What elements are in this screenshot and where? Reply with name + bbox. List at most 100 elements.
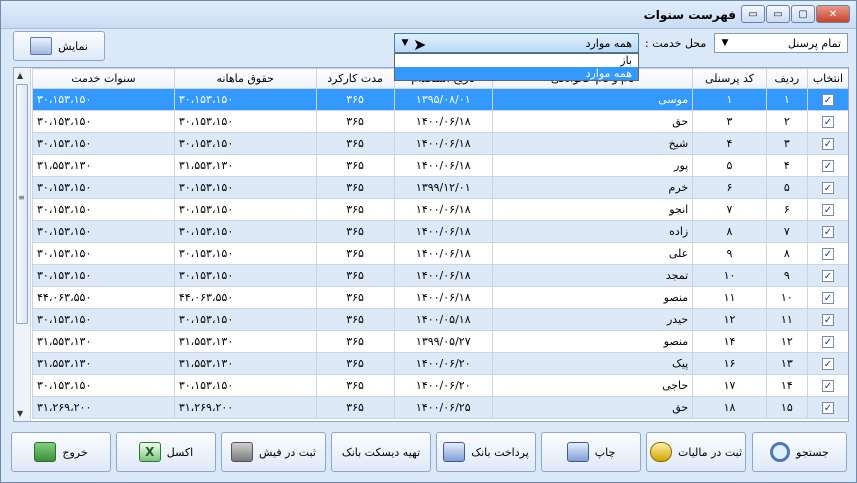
table-row[interactable]: ✓ ۶ ۷ انجو ۱۴۰۰/۰۶/۱۸ ۳۶۵ ۳۰،۱۵۳،۱۵۰ ۳۰،۱۵۳،۱۵۰ <box>32 198 848 221</box>
cell-date: ۱۴۰۰/۰۶/۱۸ <box>393 110 494 133</box>
scroll-down-icon[interactable]: ▼ <box>17 409 23 418</box>
cell-severance: ۳۱،۲۶۹،۲۰۰ <box>32 396 175 419</box>
cell-code: ۱۶ <box>692 352 767 375</box>
select-cell[interactable]: ✓ <box>806 176 848 199</box>
column-header[interactable]: انتخاب <box>806 68 848 89</box>
select-cell[interactable]: ✓ <box>806 88 848 111</box>
title-bar: فهرست سنوات ✕ ▢ ▭ ▭ <box>1 1 856 29</box>
staff-filter-value: تمام پرسنل <box>787 36 841 50</box>
column-header[interactable]: کد پرسنلی <box>692 68 767 89</box>
table-row[interactable]: ✓ ۷ ۸ زاده ۱۴۰۰/۰۶/۱۸ ۳۶۵ ۳۰،۱۵۳،۱۵۰ ۳۰،۱۵۳،۱۵۰ <box>32 220 848 243</box>
select-cell[interactable]: ✓ <box>806 132 848 155</box>
table-row[interactable]: ✓ ۸ ۹ علی ۱۴۰۰/۰۶/۱۸ ۳۶۵ ۳۰،۱۵۳،۱۵۰ ۳۰،۱۵۳،۱۵۰ <box>32 242 848 265</box>
cell-name: پیک <box>491 352 694 375</box>
close-button[interactable]: ✕ <box>816 5 850 23</box>
table-row[interactable]: ✓ ۲ ۳ حق ۱۴۰۰/۰۶/۱۸ ۳۶۵ ۳۰،۱۵۳،۱۵۰ ۳۰،۱۵۳،۱۵۰ <box>32 110 848 133</box>
table-row[interactable]: ✓ ۱۴ ۱۷ حاجی ۱۴۰۰/۰۶/۲۰ ۳۶۵ ۳۰،۱۵۳،۱۵۰ ۳۰،۱۵۳،۱… <box>32 374 848 397</box>
table-row[interactable]: ✓ ۱۰ ۱۱ منصو ۱۴۰۰/۰۶/۱۸ ۳۶۵ ۴۴،۰۶۳،۵۵۰ ۴۴،۰۶۳،۵… <box>32 286 848 309</box>
cell-row: ۷ <box>765 220 808 243</box>
column-header[interactable]: ردیف <box>765 68 808 89</box>
row-checkbox[interactable]: ✓ <box>821 336 834 348</box>
select-cell[interactable]: ✓ <box>806 308 848 331</box>
column-header[interactable]: سنوات خدمت <box>32 68 175 89</box>
select-cell[interactable]: ✓ <box>806 242 848 265</box>
bank-payment-button[interactable]: پرداخت بانک <box>436 432 536 472</box>
wallet-icon <box>231 442 253 462</box>
cell-code: ۱۴ <box>692 330 767 353</box>
row-checkbox[interactable]: ✓ <box>821 380 834 392</box>
show-button[interactable]: نمایش <box>13 31 105 61</box>
row-checkbox[interactable]: ✓ <box>821 358 834 370</box>
select-cell[interactable]: ✓ <box>806 286 848 309</box>
select-cell[interactable]: ✓ <box>806 264 848 287</box>
select-cell[interactable]: ✓ <box>806 374 848 397</box>
maximize-icon: ▢ <box>798 8 808 20</box>
restore-button[interactable]: ▭ <box>741 5 765 23</box>
cell-severance: ۳۱،۵۵۳،۱۳۰ <box>32 154 175 177</box>
cell-severance: ۳۰،۱۵۳،۱۵۰ <box>32 110 175 133</box>
row-checkbox[interactable]: ✓ <box>821 292 834 304</box>
table-row[interactable]: ✓ ۹ ۱۰ تمجد ۱۴۰۰/۰۶/۱۸ ۳۶۵ ۳۰،۱۵۳،۱۵۰ ۳۰،۱۵۳،۱۵… <box>32 264 848 287</box>
cell-days: ۳۶۵ <box>315 330 395 353</box>
cell-salary: ۳۰،۱۵۳،۱۵۰ <box>173 176 317 199</box>
select-cell[interactable]: ✓ <box>806 396 848 419</box>
cell-days: ۳۶۵ <box>315 176 395 199</box>
close-icon: ✕ <box>828 8 838 20</box>
row-checkbox[interactable]: ✓ <box>821 204 834 216</box>
row-checkbox[interactable]: ✓ <box>821 94 834 106</box>
cell-row: ۱۴ <box>765 374 808 397</box>
bank-disk-button[interactable]: تهیه دیسکت بانک <box>331 432 431 472</box>
select-cell[interactable]: ✓ <box>806 352 848 375</box>
cell-date: ۱۴۰۰/۰۶/۱۸ <box>393 242 494 265</box>
select-cell[interactable]: ✓ <box>806 330 848 353</box>
table-row[interactable]: ✓ ۱ ۱ موسی ۱۳۹۵/۰۸/۰۱ ۳۶۵ ۳۰،۱۵۳،۱۵۰ ۳۰،۱۵۳،۱۵۰ <box>32 88 848 111</box>
table-row[interactable]: ✓ ۵ ۶ خرم ۱۳۹۹/۱۲/۰۱ ۳۶۵ ۳۰،۱۵۳،۱۵۰ ۳۰،۱۵۳،۱۵۰ <box>32 176 848 199</box>
maximize-button[interactable]: ▢ <box>791 5 815 23</box>
staff-filter-select[interactable]: تمام پرسنل ▼ <box>714 33 848 53</box>
table-row[interactable]: ✓ ۱۵ ۱۸ حق ۱۴۰۰/۰۶/۲۵ ۳۶۵ ۳۱،۲۶۹،۲۰۰ ۳۱،۲۶۹،۲۰۰ <box>32 396 848 419</box>
scroll-thumb[interactable] <box>16 84 28 324</box>
select-cell[interactable]: ✓ <box>806 110 848 133</box>
minimize-button[interactable]: ▭ <box>766 5 790 23</box>
cell-salary: ۳۰،۱۵۳،۱۵۰ <box>173 198 317 221</box>
vertical-scrollbar[interactable]: ▲ ≡ ▼ <box>14 68 31 421</box>
scroll-up-icon[interactable]: ▲ <box>17 71 23 80</box>
row-checkbox[interactable]: ✓ <box>821 314 834 326</box>
tax-register-button[interactable]: ثبت در مالیات <box>646 432 746 472</box>
row-checkbox[interactable]: ✓ <box>821 226 834 238</box>
row-checkbox[interactable]: ✓ <box>821 402 834 414</box>
column-header[interactable]: مدت کارکرد <box>315 68 395 89</box>
table-row[interactable]: ✓ ۴ ۵ پور ۱۴۰۰/۰۶/۱۸ ۳۶۵ ۳۱،۵۵۳،۱۳۰ ۳۱،۵۵۳،۱۳۰ <box>32 154 848 177</box>
table-row[interactable]: ✓ ۱۱ ۱۲ حیدر ۱۴۰۰/۰۵/۱۸ ۳۶۵ ۳۰،۱۵۳،۱۵۰ ۳۰،۱۵۳،۱… <box>32 308 848 331</box>
search-button[interactable]: جستجو <box>752 432 847 472</box>
select-cell[interactable]: ✓ <box>806 154 848 177</box>
tax-register-label: ثبت در مالیات <box>678 445 743 459</box>
cell-row: ۱ <box>765 88 808 111</box>
row-checkbox[interactable]: ✓ <box>821 138 834 150</box>
cell-row: ۲ <box>765 110 808 133</box>
select-cell[interactable]: ✓ <box>806 220 848 243</box>
exit-button[interactable]: خروج <box>11 432 111 472</box>
cell-salary: ۳۱،۵۵۳،۱۳۰ <box>173 154 317 177</box>
row-checkbox[interactable]: ✓ <box>821 270 834 282</box>
table-row[interactable]: ✓ ۱۲ ۱۴ منصو ۱۳۹۹/۰۵/۲۷ ۳۶۵ ۳۱،۵۵۳،۱۳۰ ۳۱،۵۵۳،۱… <box>32 330 848 353</box>
cell-row: ۹ <box>765 264 808 287</box>
row-checkbox[interactable]: ✓ <box>821 160 834 172</box>
table-row[interactable]: ✓ ۱۳ ۱۶ پیک ۱۴۰۰/۰۶/۲۰ ۳۶۵ ۳۱،۵۵۳،۱۳۰ ۳۱،۵۵۳،۱۳… <box>32 352 848 375</box>
row-checkbox[interactable]: ✓ <box>821 248 834 260</box>
excel-button[interactable]: اکسل X <box>116 432 216 472</box>
cell-salary: ۳۱،۵۵۳،۱۳۰ <box>173 330 317 353</box>
row-checkbox[interactable]: ✓ <box>821 182 834 194</box>
column-header[interactable]: حقوق ماهانه <box>173 68 317 89</box>
dropdown-option-selected[interactable]: همه موارد <box>395 67 638 80</box>
service-place-select[interactable]: همه موارد ▼ <box>394 33 639 53</box>
cell-row: ۶ <box>765 198 808 221</box>
select-cell[interactable]: ✓ <box>806 198 848 221</box>
print-button[interactable]: چاپ <box>541 432 641 472</box>
cell-days: ۳۶۵ <box>315 396 395 419</box>
dropdown-option[interactable]: باز <box>395 54 638 67</box>
row-checkbox[interactable]: ✓ <box>821 116 834 128</box>
cell-salary: ۳۰،۱۵۳،۱۵۰ <box>173 242 317 265</box>
receipt-register-button[interactable]: ثبت در فیش <box>221 432 326 472</box>
table-row[interactable]: ✓ ۳ ۴ شیخ ۱۴۰۰/۰۶/۱۸ ۳۶۵ ۳۰،۱۵۳،۱۵۰ ۳۰،۱۵۳،۱۵۰ <box>32 132 848 155</box>
